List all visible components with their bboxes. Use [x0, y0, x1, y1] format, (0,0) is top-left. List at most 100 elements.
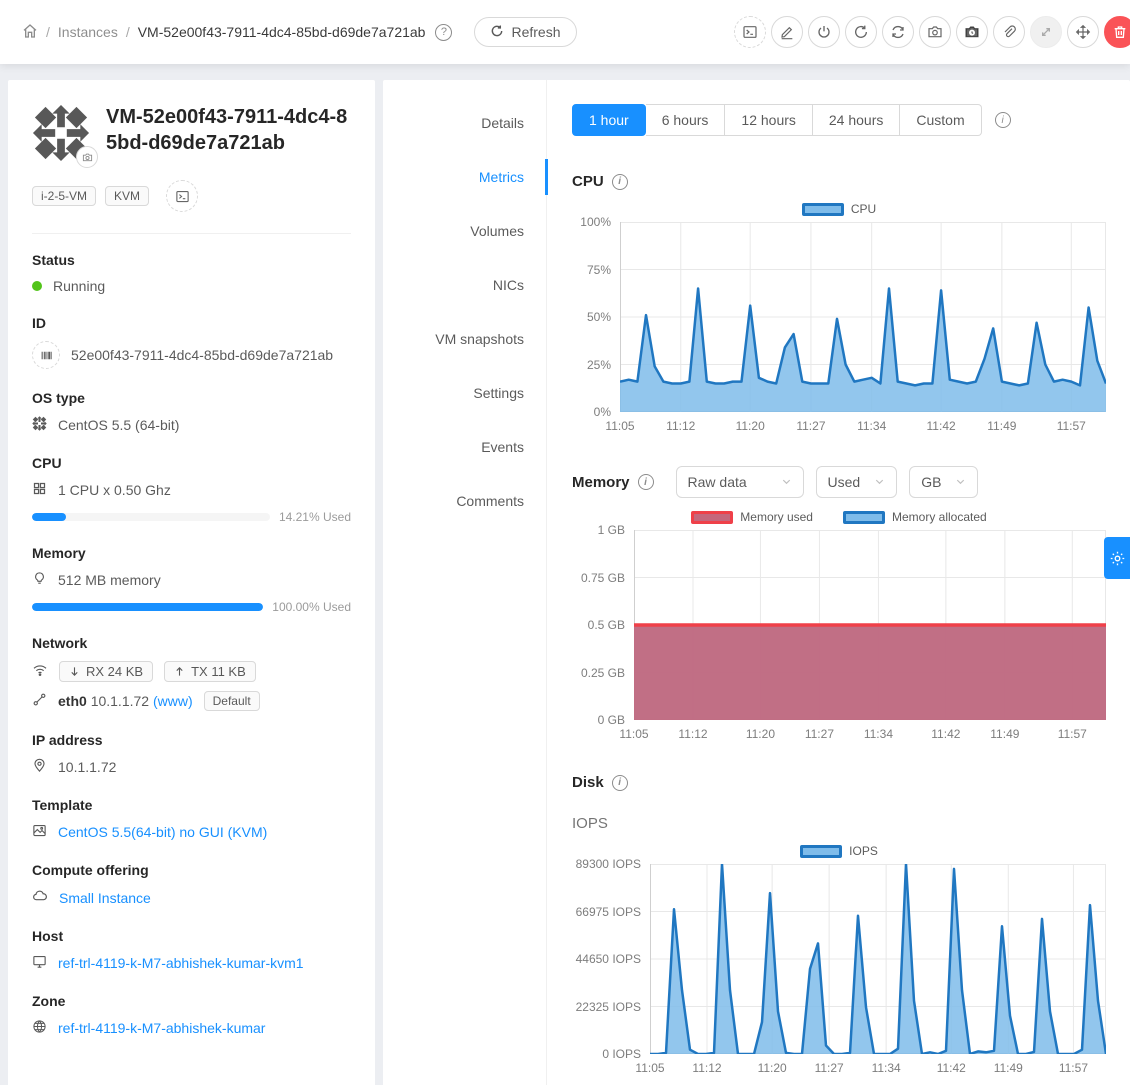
- time-tab-12hours[interactable]: 12 hours: [725, 104, 812, 136]
- top-header: / Instances / VM-52e00f43-7911-4dc4-85bd…: [0, 0, 1130, 64]
- nic-ip: 10.1.1.72: [91, 693, 149, 709]
- vm-detail-card: Details Metrics Volumes NICs VM snapshot…: [383, 80, 1130, 1085]
- nic-link-icon: [32, 692, 47, 710]
- memory-used-legend-item: Memory used: [691, 510, 813, 524]
- tab-details[interactable]: Details: [383, 96, 546, 150]
- vm-name-title: VM-52e00f43-7911-4dc4-85bd-d69de7a721ab: [106, 104, 351, 162]
- os-logo: [32, 104, 90, 162]
- memory-datatype-select[interactable]: Raw data: [676, 466, 804, 498]
- console-button[interactable]: [734, 16, 766, 48]
- wifi-icon: [32, 662, 48, 681]
- desktop-icon: [32, 954, 47, 972]
- location-pin-icon: [32, 758, 47, 776]
- scale-vm-button: [1030, 16, 1062, 48]
- memory-value: 512 MB memory: [58, 572, 161, 588]
- memory-info-icon: i: [638, 474, 654, 490]
- bulb-icon: [32, 571, 47, 589]
- memory-unit-select[interactable]: GB: [909, 466, 978, 498]
- memory-filters: Raw data Used GB: [676, 466, 979, 498]
- reload-icon: [490, 24, 504, 41]
- zone-link[interactable]: ref-trl-4119-k-M7-abhishek-kumar: [58, 1020, 265, 1036]
- tab-vm-snapshots[interactable]: VM snapshots: [383, 312, 546, 366]
- template-link[interactable]: CentOS 5.5(64-bit) no GUI (KVM): [58, 824, 267, 840]
- default-network-tag: Default: [204, 691, 260, 711]
- cpu-value: 1 CPU x 0.50 Ghz: [58, 482, 171, 498]
- destroy-button[interactable]: [1104, 16, 1130, 48]
- reboot-button[interactable]: [845, 16, 877, 48]
- stop-button[interactable]: [808, 16, 840, 48]
- ip-section: IP address 10.1.1.72: [32, 732, 351, 776]
- vm-actions-toolbar: [734, 0, 1130, 64]
- compute-offering-section: Compute offering Small Instance: [32, 862, 351, 907]
- cpu-usage-bar: [32, 513, 270, 521]
- breadcrumb-instances[interactable]: Instances: [58, 24, 118, 40]
- barcode-icon: [32, 341, 60, 369]
- chevron-down-icon: [781, 474, 792, 490]
- take-snapshot-button[interactable]: [919, 16, 951, 48]
- zone-section: Zone ref-trl-4119-k-M7-abhishek-kumar: [32, 993, 351, 1037]
- memory-section: Memory 512 MB memory 100.00% Used: [32, 545, 351, 614]
- memory-usage-bar: [32, 603, 263, 611]
- console-quick-button[interactable]: [166, 180, 198, 212]
- metrics-panel: 1 hour 6 hours 12 hours 24 hours Custom …: [547, 80, 1130, 1085]
- ip-value: 10.1.1.72: [58, 759, 116, 775]
- iops-label: IOPS: [572, 815, 1106, 832]
- time-range-tabs: 1 hour 6 hours 12 hours 24 hours Custom: [572, 104, 982, 136]
- tab-settings[interactable]: Settings: [383, 366, 546, 420]
- tab-volumes[interactable]: Volumes: [383, 204, 546, 258]
- cpu-chart: CPU 0%25%50%75%100% 11:0511:1211:2011:27…: [572, 202, 1106, 434]
- template-section: Template CentOS 5.5(64-bit) no GUI (KVM): [32, 797, 351, 841]
- memory-used-select[interactable]: Used: [816, 466, 898, 498]
- nic-name: eth0: [58, 693, 87, 709]
- migrate-button[interactable]: [1067, 16, 1099, 48]
- help-icon[interactable]: ?: [435, 24, 452, 41]
- iops-chart: IOPS 0 IOPS22325 IOPS44650 IOPS66975 IOP…: [572, 844, 1106, 1076]
- tab-events[interactable]: Events: [383, 420, 546, 474]
- recurring-snapshot-button[interactable]: [956, 16, 988, 48]
- compute-offering-link[interactable]: Small Instance: [59, 890, 151, 906]
- memory-chart: Memory used Memory allocated 0 GB0.25 GB…: [572, 510, 1106, 742]
- status-value: Running: [53, 278, 105, 294]
- network-name-link[interactable]: (www): [153, 693, 193, 709]
- cpu-info-icon: i: [612, 174, 628, 190]
- chevron-down-icon: [955, 474, 966, 490]
- tab-metrics[interactable]: Metrics: [383, 150, 546, 204]
- time-tab-6hours[interactable]: 6 hours: [646, 104, 726, 136]
- time-range-info-icon: i: [995, 112, 1011, 128]
- cpu-section: CPU 1 CPU x 0.50 Ghz 14.21% Used: [32, 455, 351, 524]
- memory-usage-text: 100.00% Used: [272, 600, 351, 614]
- network-section: Network RX 24 KB TX 11 KB: [32, 635, 351, 711]
- os-type-section: OS type CentOS 5.5 (64-bit): [32, 390, 351, 434]
- change-icon-camera-badge[interactable]: [76, 146, 98, 168]
- picture-icon: [32, 823, 47, 841]
- globe-icon: [32, 1019, 47, 1037]
- disk-info-icon: i: [612, 775, 628, 791]
- time-tab-24hours[interactable]: 24 hours: [813, 104, 900, 136]
- edit-button[interactable]: [771, 16, 803, 48]
- cpu-legend-item: CPU: [802, 202, 876, 216]
- tx-badge: TX 11 KB: [164, 661, 256, 682]
- disk-section-title: Disk: [572, 774, 604, 791]
- host-link[interactable]: ref-trl-4119-k-M7-abhishek-kumar-kvm1: [58, 955, 304, 971]
- cpu-chart-title: CPU: [572, 173, 604, 190]
- refresh-button[interactable]: Refresh: [474, 17, 576, 47]
- cpu-usage-text: 14.21% Used: [279, 510, 351, 524]
- memory-allocated-legend-item: Memory allocated: [843, 510, 987, 524]
- host-section: Host ref-trl-4119-k-M7-abhishek-kumar-kv…: [32, 928, 351, 972]
- reinstall-button[interactable]: [882, 16, 914, 48]
- time-tab-custom[interactable]: Custom: [900, 104, 981, 136]
- hypervisor-tag: KVM: [105, 186, 149, 206]
- tab-nics[interactable]: NICs: [383, 258, 546, 312]
- tab-comments[interactable]: Comments: [383, 474, 546, 528]
- id-section: ID 52e00f43-7911-4dc4-85bd-d69de7a721ab: [32, 315, 351, 369]
- id-value: 52e00f43-7911-4dc4-85bd-d69de7a721ab: [71, 347, 333, 363]
- os-type-value: CentOS 5.5 (64-bit): [58, 417, 179, 433]
- breadcrumb-vm-name: VM-52e00f43-7911-4dc4-85bd-d69de7a721ab: [138, 24, 426, 40]
- status-dot: [32, 281, 42, 291]
- theme-settings-gear-button[interactable]: [1104, 537, 1130, 579]
- attach-iso-button[interactable]: [993, 16, 1025, 48]
- home-icon[interactable]: [22, 23, 38, 42]
- rx-badge: RX 24 KB: [59, 661, 153, 682]
- time-tab-1hour[interactable]: 1 hour: [572, 104, 646, 136]
- status-section: Status Running: [32, 252, 351, 294]
